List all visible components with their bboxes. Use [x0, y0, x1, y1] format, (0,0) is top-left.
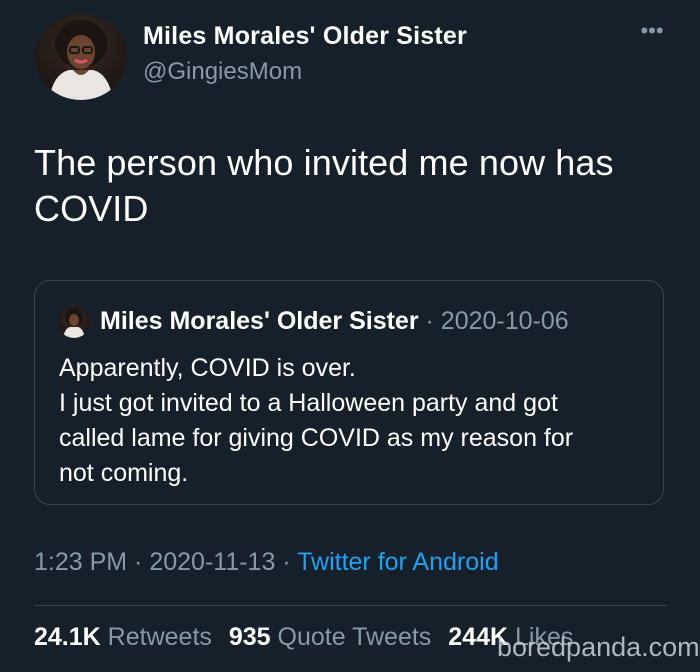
watermark: boredpanda.com [497, 632, 700, 662]
tweet-time[interactable]: 1:23 PM [34, 548, 127, 576]
tweet-text-line: COVID [34, 188, 149, 229]
quoted-tweet-header: Miles Morales' Older Sister · 2020-10-06 [100, 307, 569, 336]
quote-tweets-label: Quote Tweets [277, 623, 432, 651]
meta-separator: · [275, 548, 298, 576]
more-horizontal-icon: ••• [640, 18, 664, 43]
meta-separator: · [127, 548, 150, 576]
quoted-author-name: Miles Morales' Older Sister [100, 307, 419, 335]
tweet-source-link[interactable]: Twitter for Android [297, 548, 498, 576]
quoted-tweet-card[interactable]: Miles Morales' Older Sister · 2020-10-06… [34, 280, 664, 505]
quoted-text-line: called lame for giving COVID as my reaso… [59, 424, 574, 452]
avatar-portrait-icon [49, 20, 113, 100]
tweet-date[interactable]: 2020-11-13 [149, 548, 275, 576]
tweet-text: The person who invited me now has COVID [34, 140, 664, 232]
quote-tweets-stat[interactable]: 935 Quote Tweets [229, 623, 431, 651]
retweets-label: Retweets [107, 623, 212, 651]
tweet-meta: 1:23 PM · 2020-11-13 · Twitter for Andro… [34, 548, 499, 577]
avatar-portrait-icon [63, 308, 85, 338]
tweet-text-line: The person who invited me now has [34, 142, 614, 183]
more-options-button[interactable]: ••• [636, 20, 668, 48]
retweets-stat[interactable]: 24.1K Retweets [34, 623, 212, 651]
author-display-name[interactable]: Miles Morales' Older Sister [143, 22, 467, 51]
quoted-separator: · [418, 307, 441, 335]
quote-tweets-count: 935 [228, 623, 271, 651]
author-handle[interactable]: @GingiesMom [143, 58, 302, 86]
divider [34, 605, 667, 606]
quoted-tweet-text: Apparently, COVID is over. I just got in… [59, 351, 649, 491]
quoted-date: 2020-10-06 [440, 307, 569, 335]
quoted-text-line: I just got invited to a Halloween party … [59, 389, 558, 417]
retweets-count: 24.1K [34, 623, 101, 651]
quoted-text-line: not coming. [59, 459, 189, 487]
quoted-text-line: Apparently, COVID is over. [59, 354, 356, 382]
author-avatar[interactable] [35, 14, 127, 100]
quoted-author-avatar [58, 306, 90, 338]
